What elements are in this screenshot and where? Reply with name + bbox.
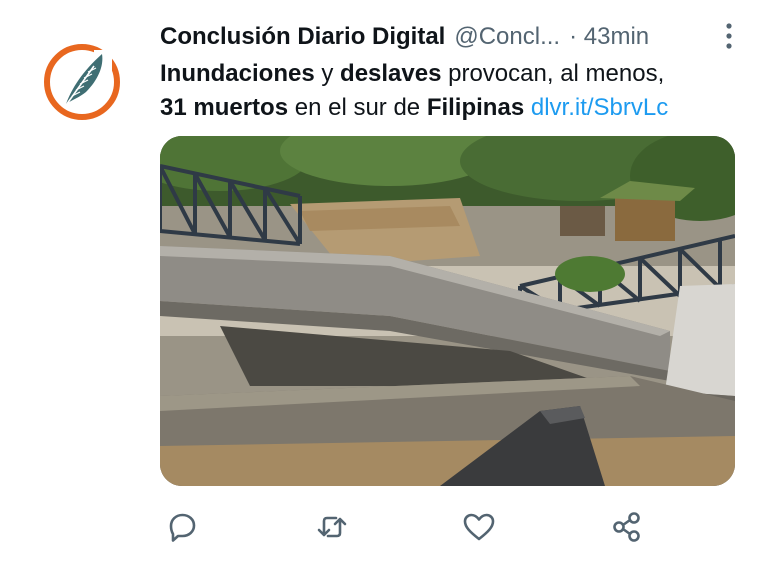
tweet-timestamp[interactable]: · 43min <box>569 23 649 51</box>
feather-logo-icon <box>44 44 120 120</box>
collapsed-bridge-photo <box>160 136 735 486</box>
retweet-icon <box>317 516 347 538</box>
share-icon <box>613 512 640 542</box>
text-span: en el sur de <box>288 94 427 121</box>
tweet-media-photo[interactable] <box>160 136 735 486</box>
heart-icon <box>463 513 495 541</box>
avatar[interactable] <box>42 42 122 122</box>
tweet-actions-bar <box>160 505 660 553</box>
tweet-text: Inundaciones y deslaves provocan, al men… <box>160 57 740 125</box>
reply-icon <box>169 513 196 542</box>
more-vertical-icon <box>726 23 732 49</box>
text-bold: 31 muertos <box>160 94 289 121</box>
retweet-button[interactable] <box>310 505 354 549</box>
more-options-button[interactable] <box>724 22 734 50</box>
text-span: provocan, al menos, <box>441 60 665 87</box>
text-bold: Inundaciones <box>160 60 315 87</box>
author-name[interactable]: Conclusión Diario Digital <box>160 23 445 51</box>
like-button[interactable] <box>457 505 501 549</box>
text-span: y <box>314 60 341 87</box>
text-span <box>524 94 531 121</box>
reply-button[interactable] <box>160 505 204 549</box>
tweet-link[interactable]: dlvr.it/SbrvLc <box>531 94 668 121</box>
text-bold: Filipinas <box>426 94 525 121</box>
author-handle[interactable]: @Concl... <box>454 23 560 51</box>
share-button[interactable] <box>605 505 649 549</box>
text-bold: deslaves <box>340 60 442 87</box>
tweet-header: Conclusión Diario Digital @Concl... · 43… <box>160 20 740 54</box>
